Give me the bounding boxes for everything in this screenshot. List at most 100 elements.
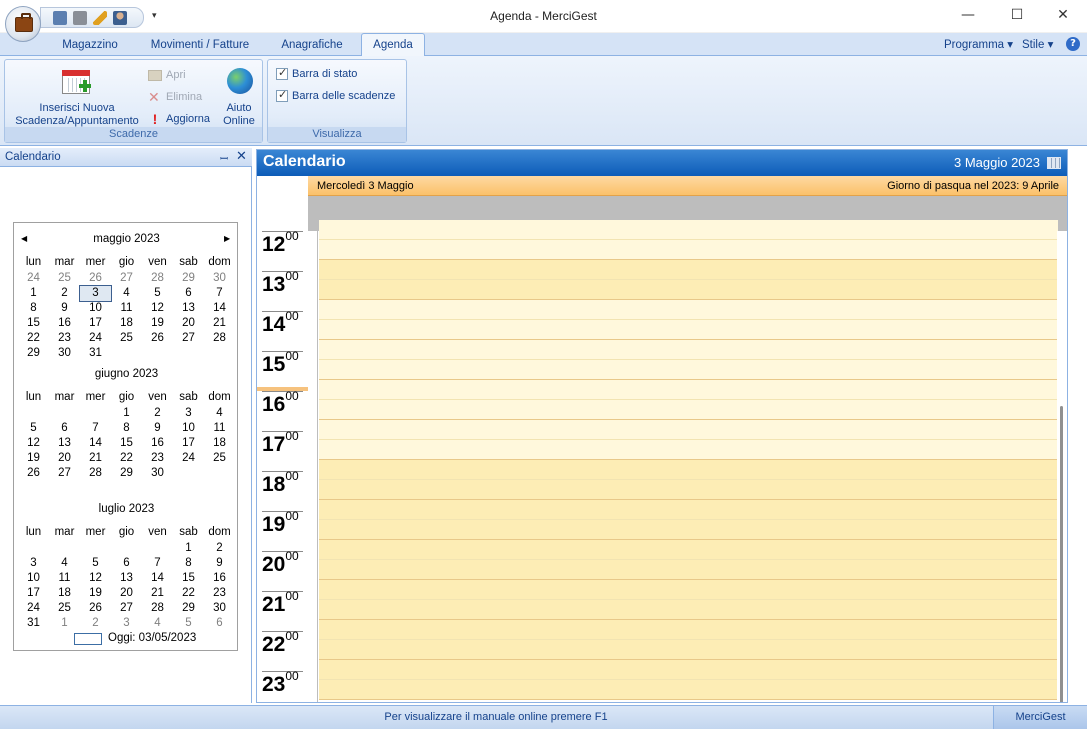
globe-icon[interactable] bbox=[227, 68, 253, 94]
day-cell[interactable]: 3 bbox=[18, 556, 49, 571]
day-cell[interactable]: 15 bbox=[173, 571, 204, 586]
today-link[interactable]: Oggi: 03/05/2023 bbox=[108, 632, 196, 644]
day-cell[interactable]: 16 bbox=[49, 316, 80, 331]
day-cell[interactable]: 22 bbox=[173, 586, 204, 601]
day-cell[interactable]: 20 bbox=[49, 451, 80, 466]
day-cell[interactable]: 23 bbox=[204, 586, 235, 601]
day-cell[interactable]: 22 bbox=[18, 331, 49, 346]
programma-menu[interactable]: Programma ▾ bbox=[944, 37, 1013, 51]
day-cell[interactable]: 30 bbox=[142, 466, 173, 481]
time-slot[interactable] bbox=[319, 240, 1058, 260]
elimina-button[interactable]: ✕ Elimina bbox=[148, 88, 202, 106]
tab-agenda[interactable]: Agenda bbox=[361, 33, 425, 56]
day-cell[interactable]: 16 bbox=[204, 571, 235, 586]
day-cell[interactable]: 27 bbox=[49, 466, 80, 481]
time-slot[interactable] bbox=[319, 640, 1058, 660]
time-slot[interactable] bbox=[319, 580, 1058, 600]
day-cell[interactable]: 2 bbox=[49, 286, 80, 301]
minimize-button[interactable]: — bbox=[953, 5, 983, 27]
day-cell[interactable]: 2 bbox=[142, 406, 173, 421]
day-cell[interactable]: 17 bbox=[18, 586, 49, 601]
day-cell[interactable]: 19 bbox=[142, 316, 173, 331]
day-cell[interactable]: 29 bbox=[18, 346, 49, 361]
time-slot[interactable] bbox=[319, 280, 1058, 300]
day-cell[interactable]: 31 bbox=[18, 616, 49, 631]
day-cell[interactable]: 4 bbox=[142, 616, 173, 631]
day-cell[interactable]: 6 bbox=[173, 286, 204, 301]
day-cell[interactable]: 11 bbox=[49, 571, 80, 586]
day-cell[interactable]: 12 bbox=[18, 436, 49, 451]
day-cell[interactable]: 10 bbox=[18, 571, 49, 586]
day-cell[interactable]: 11 bbox=[111, 301, 142, 316]
day-cell[interactable]: 13 bbox=[111, 571, 142, 586]
aggiorna-button[interactable]: ! Aggiorna bbox=[148, 110, 210, 128]
day-cell[interactable]: 28 bbox=[142, 271, 173, 286]
day-cell[interactable]: 1 bbox=[111, 406, 142, 421]
day-cell[interactable]: 16 bbox=[142, 436, 173, 451]
day-cell[interactable]: 28 bbox=[80, 466, 111, 481]
day-cell[interactable]: 26 bbox=[80, 601, 111, 616]
day-cell[interactable]: 23 bbox=[49, 331, 80, 346]
day-cell[interactable]: 6 bbox=[49, 421, 80, 436]
day-cell[interactable]: 12 bbox=[142, 301, 173, 316]
maximize-button[interactable]: ☐ bbox=[1002, 5, 1032, 27]
day-cell[interactable]: 2 bbox=[204, 541, 235, 556]
time-slot[interactable] bbox=[319, 300, 1058, 320]
time-slot[interactable] bbox=[319, 220, 1058, 240]
day-cell[interactable]: 3 bbox=[79, 285, 112, 302]
day-cell[interactable]: 7 bbox=[204, 286, 235, 301]
day-cell[interactable]: 18 bbox=[111, 316, 142, 331]
day-cell[interactable]: 6 bbox=[204, 616, 235, 631]
day-cell[interactable]: 12 bbox=[80, 571, 111, 586]
time-slot[interactable] bbox=[319, 380, 1058, 400]
day-cell[interactable]: 25 bbox=[49, 271, 80, 286]
day-cell[interactable]: 13 bbox=[49, 436, 80, 451]
day-cell[interactable]: 18 bbox=[204, 436, 235, 451]
time-slot[interactable] bbox=[319, 500, 1058, 520]
day-cell[interactable]: 9 bbox=[142, 421, 173, 436]
day-cell[interactable]: 17 bbox=[80, 316, 111, 331]
tab-magazzino[interactable]: Magazzino bbox=[52, 37, 128, 56]
day-cell[interactable]: 21 bbox=[142, 586, 173, 601]
day-cell[interactable]: 21 bbox=[80, 451, 111, 466]
day-cell[interactable]: 3 bbox=[111, 616, 142, 631]
application-button[interactable] bbox=[5, 6, 41, 42]
time-slot[interactable] bbox=[319, 440, 1058, 460]
close-window-button[interactable]: ✕ bbox=[1048, 5, 1078, 27]
close-icon[interactable]: ✕ bbox=[236, 149, 247, 164]
day-cell[interactable]: 14 bbox=[204, 301, 235, 316]
day-header[interactable]: Mercoledì 3 Maggio Giorno di pasqua nel … bbox=[308, 176, 1067, 196]
day-cell[interactable]: 25 bbox=[111, 331, 142, 346]
time-slot[interactable] bbox=[319, 420, 1058, 440]
day-cell[interactable]: 14 bbox=[142, 571, 173, 586]
tab-anagrafiche[interactable]: Anagrafiche bbox=[272, 37, 352, 56]
day-cell[interactable]: 29 bbox=[173, 271, 204, 286]
day-cell[interactable]: 15 bbox=[18, 316, 49, 331]
day-cell[interactable]: 22 bbox=[111, 451, 142, 466]
day-cell[interactable]: 21 bbox=[204, 316, 235, 331]
day-cell[interactable]: 1 bbox=[18, 286, 49, 301]
time-slot[interactable] bbox=[319, 400, 1058, 420]
day-cell[interactable]: 27 bbox=[173, 331, 204, 346]
day-cell[interactable]: 31 bbox=[80, 346, 111, 361]
calendar-add-icon[interactable] bbox=[62, 68, 92, 96]
day-cell[interactable]: 8 bbox=[111, 421, 142, 436]
time-slot[interactable] bbox=[319, 520, 1058, 540]
day-cell[interactable]: 9 bbox=[49, 301, 80, 316]
day-cell[interactable]: 5 bbox=[18, 421, 49, 436]
day-cell[interactable]: 7 bbox=[142, 556, 173, 571]
time-slot[interactable] bbox=[319, 600, 1058, 620]
time-slot[interactable] bbox=[319, 620, 1058, 640]
time-slot[interactable] bbox=[319, 460, 1058, 480]
time-slot[interactable] bbox=[319, 340, 1058, 360]
tab-movimenti-fatture[interactable]: Movimenti / Fatture bbox=[140, 37, 260, 56]
day-cell[interactable]: 26 bbox=[18, 466, 49, 481]
day-cell[interactable]: 29 bbox=[173, 601, 204, 616]
day-cell[interactable]: 6 bbox=[111, 556, 142, 571]
help-icon[interactable]: ? bbox=[1066, 37, 1080, 51]
barra-scadenze-checkbox[interactable]: Barra delle scadenze bbox=[276, 87, 395, 105]
vertical-scrollbar[interactable] bbox=[1057, 231, 1067, 702]
day-cell[interactable]: 27 bbox=[111, 271, 142, 286]
day-cell[interactable]: 3 bbox=[173, 406, 204, 421]
calendar-icon[interactable] bbox=[1047, 157, 1061, 169]
